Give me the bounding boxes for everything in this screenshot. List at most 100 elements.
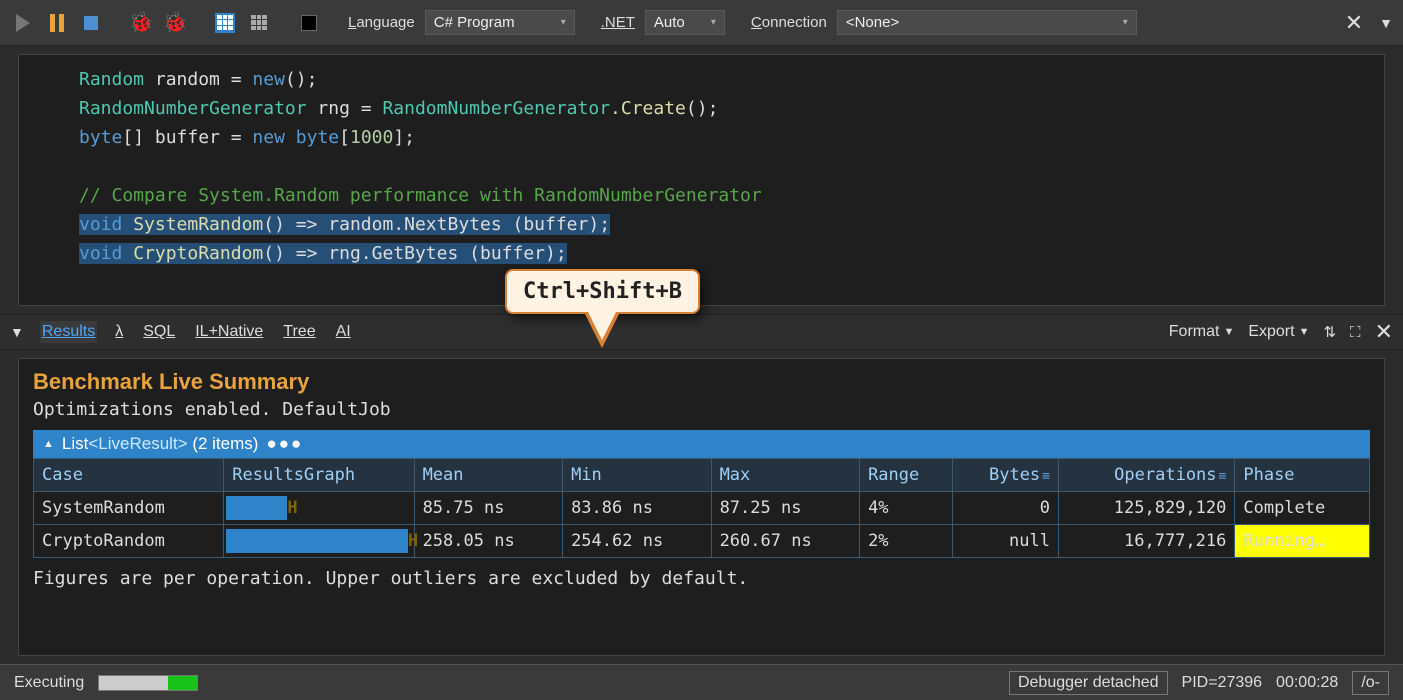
debug-step-button[interactable]: 🐞 (162, 10, 188, 36)
cell-max: 260.67 ns (711, 525, 860, 558)
cell-graph: H (224, 525, 414, 558)
th-range[interactable]: Range (860, 459, 953, 492)
stop-button[interactable] (78, 10, 104, 36)
code-token: RandomNumberGenerator (79, 98, 307, 119)
cell-ops: 16,777,216 (1059, 525, 1235, 558)
collapse-icon[interactable]: ▼ (10, 324, 24, 340)
th-bytes[interactable]: Bytes≡ (952, 459, 1058, 492)
th-phase[interactable]: Phase (1235, 459, 1370, 492)
th-ops[interactable]: Operations≡ (1059, 459, 1235, 492)
pause-button[interactable] (44, 10, 70, 36)
code-token: void (79, 214, 122, 235)
language-label: Language (346, 14, 417, 31)
cell-phase: Complete (1235, 492, 1370, 525)
code-token: () => rng.GetBytes (buffer); (263, 243, 566, 264)
tab-results[interactable]: Results (40, 321, 97, 343)
cell-graph: H (224, 492, 414, 525)
optimization-mode[interactable]: /o- (1352, 671, 1389, 695)
code-token: (); (285, 69, 318, 90)
code-token: = (220, 69, 253, 90)
cell-max: 87.25 ns (711, 492, 860, 525)
dotnet-label: .NET (599, 14, 637, 31)
figures-note: Figures are per operation. Upper outlier… (33, 568, 1370, 589)
format-button[interactable]: Format ▼ (1169, 323, 1235, 341)
cell-min: 83.86 ns (563, 492, 712, 525)
more-icon[interactable]: ●●● (266, 434, 303, 454)
expand-icon[interactable]: ▼ (1379, 15, 1393, 31)
th-mean[interactable]: Mean (414, 459, 563, 492)
expand-icon[interactable]: ⛶ (1350, 324, 1361, 341)
code-token: 1000 (350, 127, 393, 148)
arrow-down-icon (584, 312, 620, 348)
menu-icon[interactable]: ≡ (1042, 469, 1050, 484)
chevron-down-icon: ▾ (1123, 17, 1128, 28)
tab-lambda[interactable]: λ (113, 321, 125, 343)
chevron-down-icon: ▼ (1299, 326, 1310, 338)
code-token: rng (317, 98, 350, 119)
results-tabs: ▼ Results λ SQL IL+Native Tree AI Format… (0, 314, 1403, 350)
th-min[interactable]: Min (563, 459, 712, 492)
cell-range: 4% (860, 492, 953, 525)
code-editor[interactable]: Random random = new(); RandomNumberGener… (18, 54, 1385, 306)
results-grid-icon[interactable] (246, 10, 272, 36)
connection-label: Connection (749, 14, 829, 31)
elapsed-time: 00:00:28 (1276, 674, 1338, 692)
code-token: random (155, 69, 220, 90)
triangle-up-icon: ▲ (43, 438, 54, 450)
close-button[interactable]: ✕ (1345, 10, 1363, 36)
code-comment: // Compare System.Random performance wit… (79, 185, 762, 206)
code-token: byte (296, 127, 339, 148)
cell-mean: 85.75 ns (414, 492, 563, 525)
tab-sql[interactable]: SQL (141, 321, 177, 343)
th-max[interactable]: Max (711, 459, 860, 492)
th-case[interactable]: Case (34, 459, 224, 492)
code-token: (); (686, 98, 719, 119)
results-grid-active-icon[interactable] (212, 10, 238, 36)
run-button[interactable] (10, 10, 36, 36)
cell-bytes: 0 (952, 492, 1058, 525)
menu-icon[interactable]: ≡ (1219, 469, 1227, 484)
language-value: C# Program (434, 14, 515, 31)
results-table: Case ResultsGraph Mean Min Max Range Byt… (33, 458, 1370, 558)
cell-min: 254.62 ns (563, 525, 712, 558)
debug-button[interactable]: 🐞 (128, 10, 154, 36)
code-token: new (252, 69, 285, 90)
code-token: () => random.NextBytes (buffer); (263, 214, 610, 235)
debugger-status[interactable]: Debugger detached (1009, 671, 1168, 695)
code-token: .Create (610, 98, 686, 119)
shortcut-callout: Ctrl+Shift+B (505, 269, 700, 350)
code-token: byte (79, 127, 122, 148)
tab-ai[interactable]: AI (334, 321, 353, 343)
close-results-button[interactable]: ✕ (1375, 319, 1393, 345)
cell-ops: 125,829,120 (1059, 492, 1235, 525)
shortcut-label: Ctrl+Shift+B (505, 269, 700, 314)
chevron-down-icon: ▾ (711, 17, 716, 28)
code-token: [ (339, 127, 350, 148)
code-token: = (350, 98, 383, 119)
cell-case: CryptoRandom (34, 525, 224, 558)
list-type: List<LiveResult> (2 items) (62, 434, 259, 454)
table-row[interactable]: SystemRandomH85.75 ns83.86 ns87.25 ns4%0… (34, 492, 1370, 525)
list-header[interactable]: ▲ List<LiveResult> (2 items) ●●● (33, 430, 1370, 458)
th-graph[interactable]: ResultsGraph (224, 459, 414, 492)
code-token: ]; (393, 127, 415, 148)
connection-dropdown[interactable]: <None> ▾ (837, 10, 1137, 35)
language-dropdown[interactable]: C# Program ▾ (425, 10, 575, 35)
sort-icon[interactable]: ⇅ (1323, 323, 1336, 341)
table-row[interactable]: CryptoRandomH258.05 ns254.62 ns260.67 ns… (34, 525, 1370, 558)
top-toolbar: 🐞 🐞 Language C# Program ▾ .NET Auto ▾ Co… (0, 0, 1403, 46)
chevron-down-icon: ▼ (1223, 326, 1234, 338)
progress-bar (98, 675, 198, 691)
status-bar: Executing Debugger detached PID=27396 00… (0, 664, 1403, 700)
tab-il-native[interactable]: IL+Native (193, 321, 265, 343)
chevron-down-icon: ▾ (561, 17, 566, 28)
code-token: SystemRandom (122, 214, 263, 235)
table-header-row: Case ResultsGraph Mean Min Max Range Byt… (34, 459, 1370, 492)
results-pane: Benchmark Live Summary Optimizations ena… (18, 358, 1385, 656)
code-token: new (252, 127, 295, 148)
theme-button[interactable] (296, 10, 322, 36)
tab-tree[interactable]: Tree (281, 321, 317, 343)
export-button[interactable]: Export ▼ (1248, 323, 1309, 341)
dotnet-dropdown[interactable]: Auto ▾ (645, 10, 725, 35)
code-token: CryptoRandom (122, 243, 263, 264)
